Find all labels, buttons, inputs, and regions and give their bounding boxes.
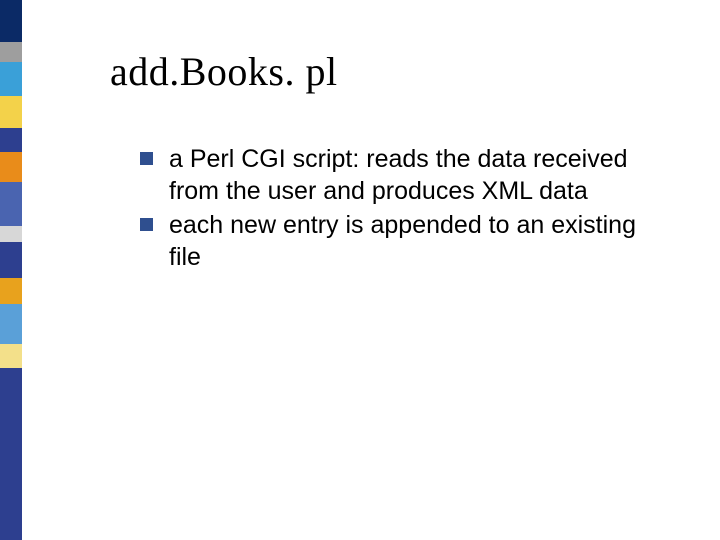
list-item: a Perl CGI script: reads the data receiv… [140, 143, 670, 207]
bullet-text: a Perl CGI script: reads the data receiv… [169, 143, 670, 207]
sidebar-block [0, 152, 22, 182]
sidebar-block [0, 304, 22, 344]
square-bullet-icon [140, 152, 153, 165]
sidebar-block [0, 242, 22, 278]
sidebar-block [0, 0, 22, 42]
page-title: add.Books. pl [110, 48, 670, 95]
sidebar-block [0, 62, 22, 96]
sidebar-block [0, 278, 22, 304]
list-item: each new entry is appended to an existin… [140, 209, 670, 273]
sidebar-block [0, 368, 22, 540]
bullet-text: each new entry is appended to an existin… [169, 209, 670, 273]
square-bullet-icon [140, 218, 153, 231]
slide-content: add.Books. pl a Perl CGI script: reads t… [110, 48, 670, 275]
sidebar-block [0, 226, 22, 242]
bullet-list: a Perl CGI script: reads the data receiv… [140, 143, 670, 273]
sidebar-block [0, 344, 22, 368]
decorative-sidebar [0, 0, 22, 540]
sidebar-block [0, 128, 22, 152]
sidebar-block [0, 96, 22, 128]
sidebar-block [0, 182, 22, 226]
sidebar-block [0, 42, 22, 62]
